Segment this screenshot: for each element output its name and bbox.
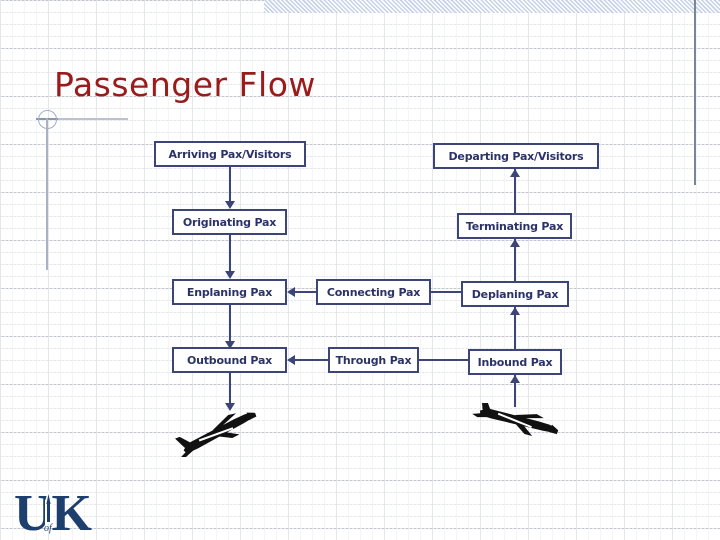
node-through-pax[interactable]: Through Pax	[328, 347, 419, 373]
edge-arriving-to-originating-arrowhead	[225, 201, 235, 209]
node-enplaning-pax[interactable]: Enplaning Pax	[172, 279, 287, 305]
edge-deplaning-to-connecting	[431, 291, 461, 293]
edge-terminating-to-departing-arrowhead	[510, 169, 520, 177]
node-label: Through Pax	[335, 353, 412, 367]
node-inbound-pax[interactable]: Inbound Pax	[468, 349, 562, 375]
node-label: Deplaning Pax	[471, 287, 559, 301]
node-outbound-pax[interactable]: Outbound Pax	[172, 347, 287, 373]
edge-plane-to-inbound-arrowhead	[510, 375, 520, 383]
node-terminating-pax[interactable]: Terminating Pax	[457, 213, 572, 239]
airplane-arriving-icon	[470, 396, 560, 458]
edge-through-to-outbound	[291, 359, 328, 361]
node-connecting-pax[interactable]: Connecting Pax	[316, 279, 431, 305]
node-label: Terminating Pax	[465, 219, 564, 233]
node-label: Originating Pax	[182, 215, 277, 229]
decorative-vertical-line	[46, 118, 48, 270]
node-label: Arriving Pax/Visitors	[168, 147, 292, 161]
right-vertical-rule	[694, 0, 696, 185]
top-decorative-band	[264, 0, 720, 13]
edge-inbound-to-through	[419, 359, 468, 361]
node-label: Inbound Pax	[477, 355, 553, 369]
edge-arriving-to-originating	[229, 167, 231, 203]
edge-outbound-to-plane	[229, 373, 231, 405]
node-label: Departing Pax/Visitors	[448, 149, 584, 163]
node-departing-pax-visitors[interactable]: Departing Pax/Visitors	[433, 143, 599, 169]
title-underline-light	[58, 118, 128, 120]
uk-logo: UK of	[14, 484, 100, 540]
edge-inbound-to-deplaning-arrowhead	[510, 307, 520, 315]
node-arriving-pax-visitors[interactable]: Arriving Pax/Visitors	[154, 141, 306, 167]
edge-deplaning-to-terminating-arrowhead	[510, 239, 520, 247]
slide-canvas: Passenger Flow Arriving Pax/Visitors Ori…	[0, 0, 720, 540]
node-label: Enplaning Pax	[186, 285, 273, 299]
edge-outbound-to-plane-arrowhead	[225, 403, 235, 411]
node-label: Connecting Pax	[326, 285, 421, 299]
edge-connecting-to-enplaning-arrowhead	[287, 287, 295, 297]
node-deplaning-pax[interactable]: Deplaning Pax	[461, 281, 569, 307]
node-label: Outbound Pax	[186, 353, 273, 367]
edge-originating-to-enplaning	[229, 235, 231, 273]
edge-through-to-outbound-arrowhead	[287, 355, 295, 365]
edge-originating-to-enplaning-arrowhead	[225, 271, 235, 279]
edge-enplaning-to-outbound	[229, 305, 231, 343]
uk-logo-subtext: of	[44, 523, 53, 534]
airplane-departing-icon	[172, 412, 262, 459]
node-originating-pax[interactable]: Originating Pax	[172, 209, 287, 235]
page-title: Passenger Flow	[54, 65, 316, 104]
uk-logo-text: UK	[14, 485, 93, 536]
